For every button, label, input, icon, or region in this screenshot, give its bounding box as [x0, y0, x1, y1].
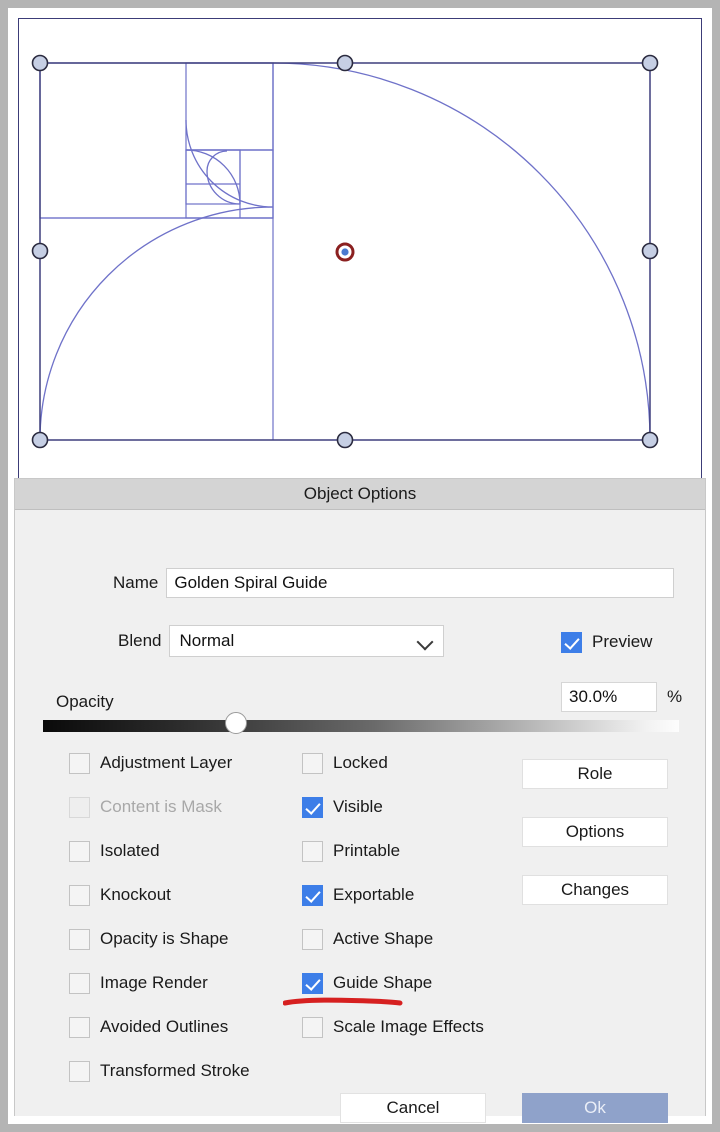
chevron-down-icon — [418, 636, 434, 646]
active-shape-checkbox[interactable] — [302, 928, 323, 950]
checkbox-row-knockout[interactable]: Knockout — [69, 883, 171, 907]
checkbox-row-exportable[interactable]: Exportable — [302, 883, 414, 907]
image-render-label: Image Render — [100, 973, 208, 992]
object-options-dialog: Object Options Name Golden Spiral Guide … — [14, 478, 706, 1123]
opacity-value-input[interactable]: 30.0% — [561, 682, 657, 712]
options-button[interactable]: Options — [522, 817, 668, 847]
guide-shape-checkbox[interactable] — [302, 972, 323, 994]
checkbox-row-content-is-mask: Content is Mask — [69, 795, 222, 819]
locked-label: Locked — [333, 753, 388, 772]
checkbox-row-locked[interactable]: Locked — [302, 751, 388, 775]
changes-button-label: Changes — [560, 880, 630, 899]
role-button[interactable]: Role — [522, 759, 668, 789]
red-annotation-underline — [283, 997, 403, 1006]
opacity-slider-track[interactable] — [43, 720, 679, 732]
blend-label: Blend — [118, 631, 162, 650]
preview-checkbox[interactable] — [561, 631, 582, 653]
blend-mode-value: Normal — [179, 631, 235, 650]
name-label: Name — [113, 573, 159, 592]
checkbox-row-adjustment-layer[interactable]: Adjustment Layer — [69, 751, 232, 775]
exportable-label: Exportable — [333, 885, 415, 904]
opacity-label: Opacity — [56, 692, 114, 711]
avoided-outlines-checkbox[interactable] — [69, 1016, 90, 1038]
checkbox-row-isolated[interactable]: Isolated — [69, 839, 160, 863]
printable-label: Printable — [333, 841, 401, 860]
locked-checkbox[interactable] — [302, 752, 323, 774]
exportable-checkbox[interactable] — [302, 884, 323, 906]
checkbox-row-printable[interactable]: Printable — [302, 839, 400, 863]
visible-checkbox[interactable] — [302, 796, 323, 818]
content-is-mask-label: Content is Mask — [100, 797, 222, 816]
knockout-label: Knockout — [100, 885, 171, 904]
app-window: Object Options Name Golden Spiral Guide … — [0, 0, 720, 1132]
checkbox-row-guide-shape[interactable]: Guide Shape — [302, 971, 432, 995]
name-field-row: Name Golden Spiral Guide — [113, 568, 675, 598]
role-button-label: Role — [577, 764, 613, 783]
transformed-stroke-checkbox[interactable] — [69, 1060, 90, 1082]
avoided-outlines-label: Avoided Outlines — [100, 1017, 229, 1036]
visible-label: Visible — [333, 797, 383, 816]
checkbox-row-image-render[interactable]: Image Render — [69, 971, 208, 995]
opacity-unit-label: % — [667, 687, 683, 706]
printable-checkbox[interactable] — [302, 840, 323, 862]
adjustment-layer-checkbox[interactable] — [69, 752, 90, 774]
preview-checkbox-row[interactable]: Preview — [561, 630, 652, 654]
preview-label: Preview — [592, 632, 653, 651]
checkbox-row-avoided-outlines[interactable]: Avoided Outlines — [69, 1015, 228, 1039]
document-page[interactable] — [18, 18, 702, 541]
opacity-is-shape-label: Opacity is Shape — [100, 929, 229, 948]
ok-button[interactable]: Ok — [522, 1093, 668, 1123]
scale-image-effects-checkbox[interactable] — [302, 1016, 323, 1038]
checkbox-row-opacity-is-shape[interactable]: Opacity is Shape — [69, 927, 229, 951]
checkbox-row-visible[interactable]: Visible — [302, 795, 383, 819]
adjustment-layer-label: Adjustment Layer — [100, 753, 233, 772]
active-shape-label: Active Shape — [333, 929, 434, 948]
transformed-stroke-label: Transformed Stroke — [100, 1061, 250, 1080]
knockout-checkbox[interactable] — [69, 884, 90, 906]
opacity-is-shape-checkbox[interactable] — [69, 928, 90, 950]
opacity-slider-handle[interactable] — [225, 712, 247, 734]
checkbox-row-scale-image-effects[interactable]: Scale Image Effects — [302, 1015, 484, 1039]
isolated-checkbox[interactable] — [69, 840, 90, 862]
changes-button[interactable]: Changes — [522, 875, 668, 905]
dialog-titlebar: Object Options — [15, 479, 705, 510]
options-button-label: Options — [565, 822, 625, 841]
blend-field-row: Blend Normal — [118, 625, 445, 657]
cancel-button[interactable]: Cancel — [340, 1093, 486, 1123]
scale-image-effects-label: Scale Image Effects — [333, 1017, 484, 1036]
blend-mode-select[interactable]: Normal — [169, 625, 445, 657]
checkbox-row-active-shape[interactable]: Active Shape — [302, 927, 433, 951]
guide-shape-label: Guide Shape — [333, 973, 433, 992]
checkbox-row-transformed-stroke[interactable]: Transformed Stroke — [69, 1059, 250, 1083]
ok-button-label: Ok — [584, 1098, 606, 1117]
dialog-title: Object Options — [303, 484, 417, 503]
content-is-mask-checkbox — [69, 796, 90, 818]
name-input[interactable]: Golden Spiral Guide — [166, 568, 675, 598]
dialog-body: Name Golden Spiral Guide Blend Normal Pr… — [15, 510, 705, 1123]
image-render-checkbox[interactable] — [69, 972, 90, 994]
cancel-button-label: Cancel — [386, 1098, 440, 1117]
isolated-label: Isolated — [100, 841, 160, 860]
